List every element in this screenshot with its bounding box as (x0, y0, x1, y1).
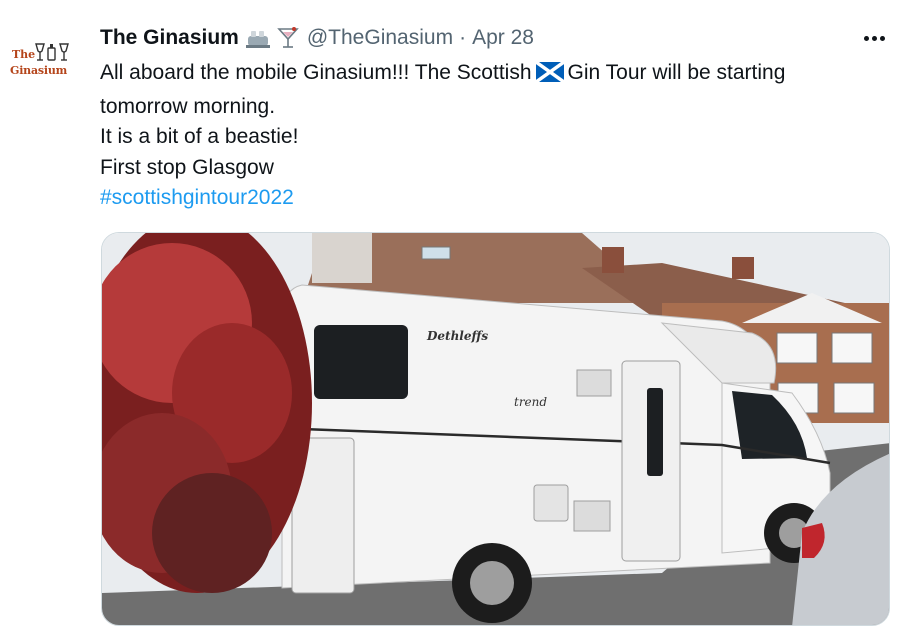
hashtag-link[interactable]: #scottishgintour2022 (100, 183, 900, 214)
more-dot-icon (871, 35, 877, 41)
more-dot-icon (863, 35, 869, 41)
cocktail-glass-icon (277, 26, 299, 50)
avatar[interactable]: The Ginasium (8, 38, 80, 88)
tweet-text: All aboard the mobile Ginasium!!! The Sc… (100, 58, 900, 214)
motorhome-photo: Dethleffs trend (102, 233, 889, 625)
tweet-text-segment: Gin Tour will be starting (567, 61, 786, 84)
timestamp-link[interactable]: Apr 28 (472, 26, 534, 50)
more-options-button[interactable] (860, 26, 888, 50)
display-name[interactable]: The Ginasium (100, 26, 239, 50)
avatar-logo-the: The (12, 48, 36, 61)
motorhome-brand-label: Dethleffs (426, 329, 488, 343)
motorhome-model-label: trend (514, 395, 547, 409)
tweet-photo[interactable]: Dethleffs trend (101, 232, 890, 626)
tweet-text-segment: All aboard the mobile Ginasium!!! The Sc… (100, 61, 532, 84)
tweet-header: The Ginasium @TheGinasium · Apr 28 (100, 24, 534, 52)
tweet-line-3: It is a bit of a beastie! (100, 125, 299, 148)
scotland-flag-icon (534, 60, 565, 92)
tweet-line-4: First stop Glasgow (100, 155, 274, 179)
bottles-logo-icon (35, 43, 69, 61)
tweet-line-1: All aboard the mobile Ginasium!!! The Sc… (100, 58, 900, 92)
more-dot-icon (879, 35, 885, 41)
avatar-logo-ginasium: Ginasium (10, 64, 68, 77)
tweet-card[interactable]: The Ginasium The Ginasium @TheGinasium ·… (0, 0, 914, 637)
bottles-icon (245, 27, 271, 49)
separator-dot: · (459, 26, 467, 49)
tweet-line-2: tomorrow morning. (100, 94, 276, 118)
handle-link[interactable]: @TheGinasium (307, 26, 453, 50)
